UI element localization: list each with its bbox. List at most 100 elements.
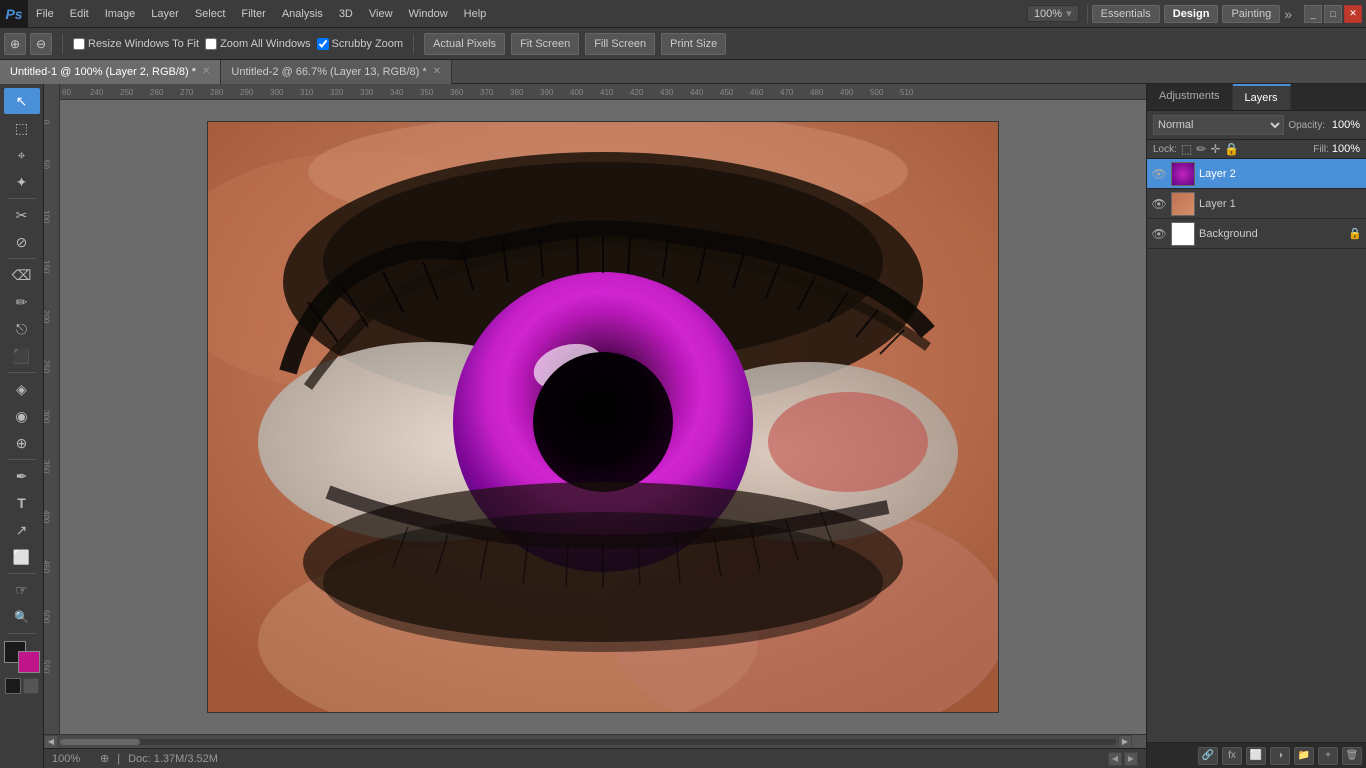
scroll-right-btn[interactable]: ▶ xyxy=(1118,735,1132,749)
quickmask-mode-btn[interactable] xyxy=(23,678,39,694)
type-icon: T xyxy=(17,495,26,511)
scrubby-zoom-check[interactable]: Scrubby Zoom xyxy=(317,38,404,50)
separator xyxy=(1087,5,1088,23)
lock-transparent-icon[interactable]: ⬚ xyxy=(1181,142,1192,156)
fill-screen-btn[interactable]: Fill Screen xyxy=(585,33,655,55)
new-adjustment-btn[interactable]: ◑ xyxy=(1270,747,1290,765)
lock-image-icon[interactable]: ✏ xyxy=(1196,142,1206,156)
path-tool-btn[interactable]: ↗ xyxy=(4,517,40,543)
tab-close-1[interactable]: ✕ xyxy=(202,66,210,77)
move-tool-btn[interactable]: ↖ xyxy=(4,88,40,114)
fit-screen-btn[interactable]: Fit Screen xyxy=(511,33,579,55)
pen-tool-btn[interactable]: ✒ xyxy=(4,463,40,489)
shape-tool-btn[interactable]: ⬜ xyxy=(4,544,40,570)
tab-untitled-2[interactable]: Untitled-2 @ 66.7% (Layer 13, RGB/8) * ✕ xyxy=(221,60,452,84)
print-size-btn[interactable]: Print Size xyxy=(661,33,726,55)
add-style-btn[interactable]: fx xyxy=(1222,747,1242,765)
blend-mode-select[interactable]: Normal Multiply Screen Overlay xyxy=(1153,115,1284,135)
panel-bottom-bar: 🔗 fx ⬜ ◑ 📁 + 🗑 xyxy=(1147,742,1366,768)
close-btn[interactable]: ✕ xyxy=(1344,5,1362,23)
zoom-all-windows-check[interactable]: Zoom All Windows xyxy=(205,38,310,50)
menu-edit[interactable]: Edit xyxy=(62,4,97,24)
status-zoom-icon[interactable]: ⊕ xyxy=(100,752,109,765)
tab-untitled-1[interactable]: Untitled-1 @ 100% (Layer 2, RGB/8) * ✕ xyxy=(0,60,221,84)
link-layers-btn[interactable]: 🔗 xyxy=(1198,747,1218,765)
delete-layer-btn[interactable]: 🗑 xyxy=(1342,747,1362,765)
dodge-tool-btn[interactable]: ⊕ xyxy=(4,430,40,456)
menu-file[interactable]: File xyxy=(28,4,62,24)
tab-close-2[interactable]: ✕ xyxy=(433,66,441,77)
healing-icon: ⌫ xyxy=(12,267,32,284)
canvas-content[interactable] xyxy=(208,122,998,712)
lock-all-icon[interactable]: 🔒 xyxy=(1224,142,1239,156)
blur-tool-btn[interactable]: ◉ xyxy=(4,403,40,429)
layer-1-visibility-icon[interactable]: 👁 xyxy=(1151,196,1167,212)
essentials-btn[interactable]: Essentials xyxy=(1092,5,1160,23)
tab-layers[interactable]: Layers xyxy=(1233,84,1291,110)
menu-help[interactable]: Help xyxy=(456,4,495,24)
menu-analysis[interactable]: Analysis xyxy=(274,4,331,24)
menu-layer[interactable]: Layer xyxy=(143,4,187,24)
new-layer-btn[interactable]: + xyxy=(1318,747,1338,765)
type-tool-btn[interactable]: T xyxy=(4,490,40,516)
brush-tool-btn[interactable]: ✏ xyxy=(4,289,40,315)
clone-tool-btn[interactable]: ⎋ xyxy=(4,316,40,342)
background-color[interactable] xyxy=(18,651,40,673)
minimize-btn[interactable]: _ xyxy=(1304,5,1322,23)
add-mask-btn[interactable]: ⬜ xyxy=(1246,747,1266,765)
hand-tool-btn[interactable]: ☞ xyxy=(4,577,40,603)
scroll-track-h[interactable] xyxy=(60,739,1116,745)
magic-wand-tool-btn[interactable]: ✦ xyxy=(4,169,40,195)
design-btn[interactable]: Design xyxy=(1164,5,1219,23)
layer-row-background[interactable]: 👁 Background 🔒 xyxy=(1147,219,1366,249)
zoom-in-btn[interactable]: ⊕ xyxy=(4,33,26,55)
menu-select[interactable]: Select xyxy=(187,4,234,24)
resize-windows-check[interactable]: Resize Windows To Fit xyxy=(73,38,199,50)
menu-image[interactable]: Image xyxy=(97,4,144,24)
tab-adjustments[interactable]: Adjustments xyxy=(1147,84,1233,110)
background-visibility-icon[interactable]: 👁 xyxy=(1151,226,1167,242)
zoom-tool-btn[interactable]: 🔍 xyxy=(4,604,40,630)
fill-label: Fill: xyxy=(1313,144,1329,155)
menu-filter[interactable]: Filter xyxy=(233,4,273,24)
fill-value[interactable]: 100% xyxy=(1332,143,1360,155)
scrubby-zoom-checkbox[interactable] xyxy=(317,38,329,50)
svg-text:330: 330 xyxy=(360,88,374,97)
more-workspaces-btn[interactable]: » xyxy=(1284,6,1292,22)
marquee-tool-btn[interactable]: ⬚ xyxy=(4,115,40,141)
menu-view[interactable]: View xyxy=(361,4,401,24)
menu-3d[interactable]: 3D xyxy=(331,4,361,24)
scroll-right-status[interactable]: ▶ xyxy=(1124,752,1138,766)
maximize-btn[interactable]: □ xyxy=(1324,5,1342,23)
svg-text:100: 100 xyxy=(44,210,51,224)
new-group-btn[interactable]: 📁 xyxy=(1294,747,1314,765)
zoom-all-windows-checkbox[interactable] xyxy=(205,38,217,50)
actual-pixels-btn[interactable]: Actual Pixels xyxy=(424,33,505,55)
scroll-thumb-h[interactable] xyxy=(60,739,140,745)
layer-2-visibility-icon[interactable]: 👁 xyxy=(1151,166,1167,182)
resize-windows-checkbox[interactable] xyxy=(73,38,85,50)
svg-text:510: 510 xyxy=(900,88,914,97)
eyedropper-tool-btn[interactable]: ⊘ xyxy=(4,229,40,255)
ruler-svg: 60 240 250 260 270 280 290 300 310 320 3… xyxy=(60,84,1146,99)
scroll-left-btn[interactable]: ◀ xyxy=(44,735,58,749)
lock-position-icon[interactable]: ✛ xyxy=(1210,142,1220,156)
menu-window[interactable]: Window xyxy=(401,4,456,24)
opacity-value[interactable]: 100% xyxy=(1328,119,1360,131)
gradient-tool-btn[interactable]: ◈ xyxy=(4,376,40,402)
layer-row-2[interactable]: 👁 Layer 2 xyxy=(1147,159,1366,189)
lasso-tool-btn[interactable]: ⌖ xyxy=(4,142,40,168)
svg-text:430: 430 xyxy=(660,88,674,97)
scroll-left-status[interactable]: ◀ xyxy=(1108,752,1122,766)
layer-row-1[interactable]: 👁 Layer 1 xyxy=(1147,189,1366,219)
painting-btn[interactable]: Painting xyxy=(1222,5,1280,23)
svg-text:480: 480 xyxy=(810,88,824,97)
standard-mode-btn[interactable] xyxy=(5,678,21,694)
shape-icon: ⬜ xyxy=(13,549,30,566)
eraser-tool-btn[interactable]: ⬛ xyxy=(4,343,40,369)
zoom-out-btn[interactable]: ⊖ xyxy=(30,33,52,55)
crop-tool-btn[interactable]: ✂ xyxy=(4,202,40,228)
horizontal-scrollbar[interactable]: ◀ ▶ xyxy=(44,734,1146,748)
healing-tool-btn[interactable]: ⌫ xyxy=(4,262,40,288)
svg-text:250: 250 xyxy=(44,360,51,374)
